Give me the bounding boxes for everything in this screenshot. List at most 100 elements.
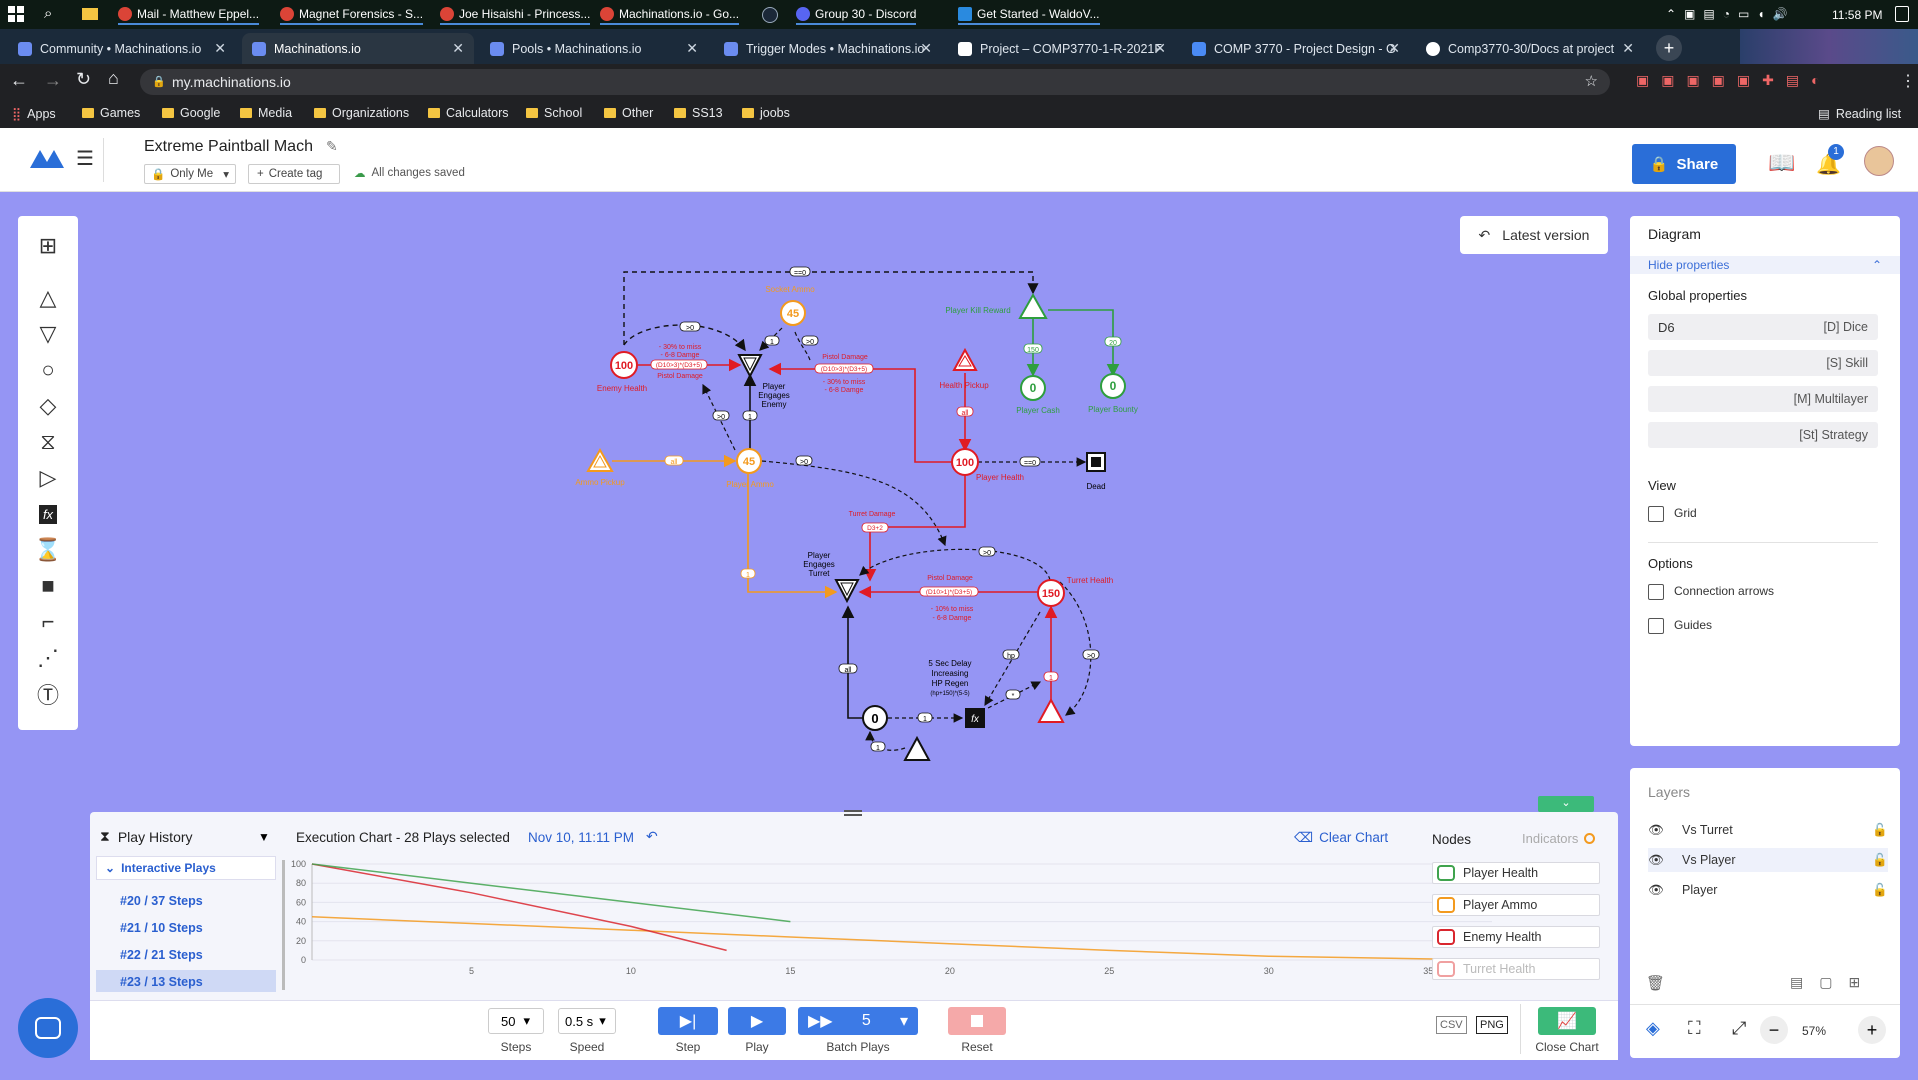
layer-action-icons[interactable]: ▤▢⊞ [1790,974,1876,991]
divider [1648,542,1878,543]
chat-support-button[interactable] [18,998,78,1058]
y-tick-label: 20 [296,936,306,946]
guides-checkbox[interactable]: Guides [1648,618,1712,634]
dice-property-field[interactable]: D6 [D] Dice [1648,314,1878,340]
multilayer-property-field[interactable]: [M] Multilayer [1648,386,1878,412]
play-history-item[interactable]: #23 / 13 Steps [120,975,203,989]
timer-source[interactable] [903,735,931,761]
play-button[interactable]: ▶ [728,1007,786,1035]
skill-property-field[interactable]: [S] Skill [1648,350,1878,376]
pool-value: 45 [787,308,799,320]
node-label: Health Pickup [939,381,989,390]
resource-connection[interactable] [768,362,965,463]
edge-label: all [844,667,851,674]
chart-timestamp[interactable]: Nov 10, 11:11 PM [528,830,634,845]
edge-label: * [1012,693,1015,700]
node-toggle-player-ammo[interactable]: Player Ammo [1432,894,1600,916]
chevron-down-icon: ▾ [523,1013,530,1028]
trash-icon[interactable]: 🗑 [1646,974,1665,992]
collapse-panel-button[interactable]: ⌄ [1538,796,1594,812]
clear-chart-button[interactable]: ⌫ Clear Chart [1294,830,1388,846]
zoom-out-button[interactable]: − [1760,1016,1788,1044]
chevron-down-icon[interactable]: ▼ [258,830,270,844]
layer-vs-turret[interactable]: 👁 Vs Turret 🔓 [1648,818,1888,842]
node-toggle-player-health[interactable]: Player Health [1432,862,1600,884]
steps-select[interactable]: 50 ▾ [488,1008,544,1034]
edge-label: hp [1007,653,1015,660]
edge-label: >0 [800,459,808,466]
steps-label: Steps [500,1040,532,1054]
divider [1630,1004,1900,1005]
undo-arrow-icon[interactable]: ↶ [646,828,658,845]
execution-chart: 0204060801005 10 15 20 25 30 35 [291,859,1493,976]
grid-checkbox[interactable]: Grid [1648,506,1697,522]
x-tick-label: 30 [1264,966,1274,976]
x-tick-label: 5 [469,966,474,976]
csv-export-icon[interactable]: CSV [1436,1016,1467,1034]
step-button[interactable]: ▶| [658,1007,718,1035]
interactive-plays-group[interactable]: ⌄ Interactive Plays [96,856,276,880]
state-connection[interactable] [1059,581,1092,716]
fullscreen-icon[interactable]: ⤢ [1732,1018,1746,1039]
edge-label: >0 [717,414,725,421]
pool-value: 100 [956,457,974,469]
execution-chart-title: Execution Chart - 28 Plays selected [296,830,510,845]
play-icon: ▶ [750,1013,764,1030]
state-connection[interactable] [761,460,947,547]
hide-properties-toggle[interactable]: Hide properties ⌃ [1630,256,1900,274]
fit-screen-icon[interactable]: ⛶ [1688,1018,1701,1039]
fx-label: fx [971,714,980,725]
zoom-in-button[interactable]: + [1858,1016,1886,1044]
lock-icon[interactable]: 🔓 [1872,853,1888,868]
close-chart-button[interactable]: 📈 [1538,1007,1596,1035]
node-label: Turret Health [1067,576,1113,585]
eye-icon[interactable]: 👁 [1648,883,1682,898]
node-toggle-enemy-health[interactable]: Enemy Health [1432,926,1600,948]
lock-icon[interactable]: 🔓 [1872,823,1888,838]
panel-resize-handle[interactable] [844,810,862,816]
edge-label: ==0 [1024,460,1036,467]
node-label: Engages [803,560,835,569]
view-heading: View [1648,478,1676,493]
node-label: Player Ammo [726,480,774,489]
node-toggle-turret-health[interactable]: Turret Health [1432,958,1600,980]
node-label: Ammo Pickup [575,478,625,487]
lock-icon[interactable]: 🔓 [1872,883,1888,898]
ammo-pickup-source[interactable] [586,447,614,472]
batch-plays-button[interactable]: ▶▶ 5 ▾ [798,1007,918,1035]
layer-vs-player[interactable]: 👁 Vs Player 🔓 [1648,848,1888,872]
turret-regen-source[interactable] [1037,697,1065,723]
y-tick-label: 100 [291,859,306,869]
pool-value: 45 [743,456,755,468]
pool-value: 150 [1042,588,1060,600]
batch-label: Batch Plays [826,1040,890,1054]
series-line [311,863,727,952]
edge-label: (D10>3)*(D3+5) [821,366,867,373]
edge-label: D3+2 [867,525,883,532]
edge-label: Pistol Damage [657,373,703,380]
resource-connection[interactable] [841,605,862,719]
eye-icon[interactable]: 👁 [1648,853,1682,868]
reset-button[interactable] [948,1007,1006,1035]
speed-select[interactable]: 0.5 s ▾ [558,1008,616,1034]
player-kill-reward-source[interactable] [1018,292,1048,319]
layer-player[interactable]: 👁 Player 🔓 [1648,878,1888,902]
play-history-item[interactable]: #20 / 37 Steps [120,894,203,908]
play-history-header[interactable]: ⧗ Play History [100,828,193,845]
play-history-item[interactable]: #22 / 21 Steps [120,948,203,962]
reset-label: Reset [961,1040,993,1054]
scrollbar[interactable] [282,860,285,990]
edge-label: - 30% to miss [659,344,702,351]
eye-icon[interactable]: 👁 [1648,823,1682,838]
strategy-property-field[interactable]: [St] Strategy [1648,422,1878,448]
connection-arrows-checkbox[interactable]: Connection arrows [1648,584,1774,600]
checkbox-icon [1648,618,1664,634]
play-history-item[interactable]: #21 / 10 Steps [120,921,203,935]
health-pickup-source[interactable] [952,347,978,371]
layers-icon[interactable]: ◈ [1646,1018,1660,1039]
node-label: Player Cash [1016,406,1060,415]
indicators-label[interactable]: Indicators [1522,831,1596,846]
edge-label: >0 [806,339,814,346]
png-export-icon[interactable]: PNG [1476,1016,1508,1034]
resource-connection[interactable] [1048,309,1120,377]
